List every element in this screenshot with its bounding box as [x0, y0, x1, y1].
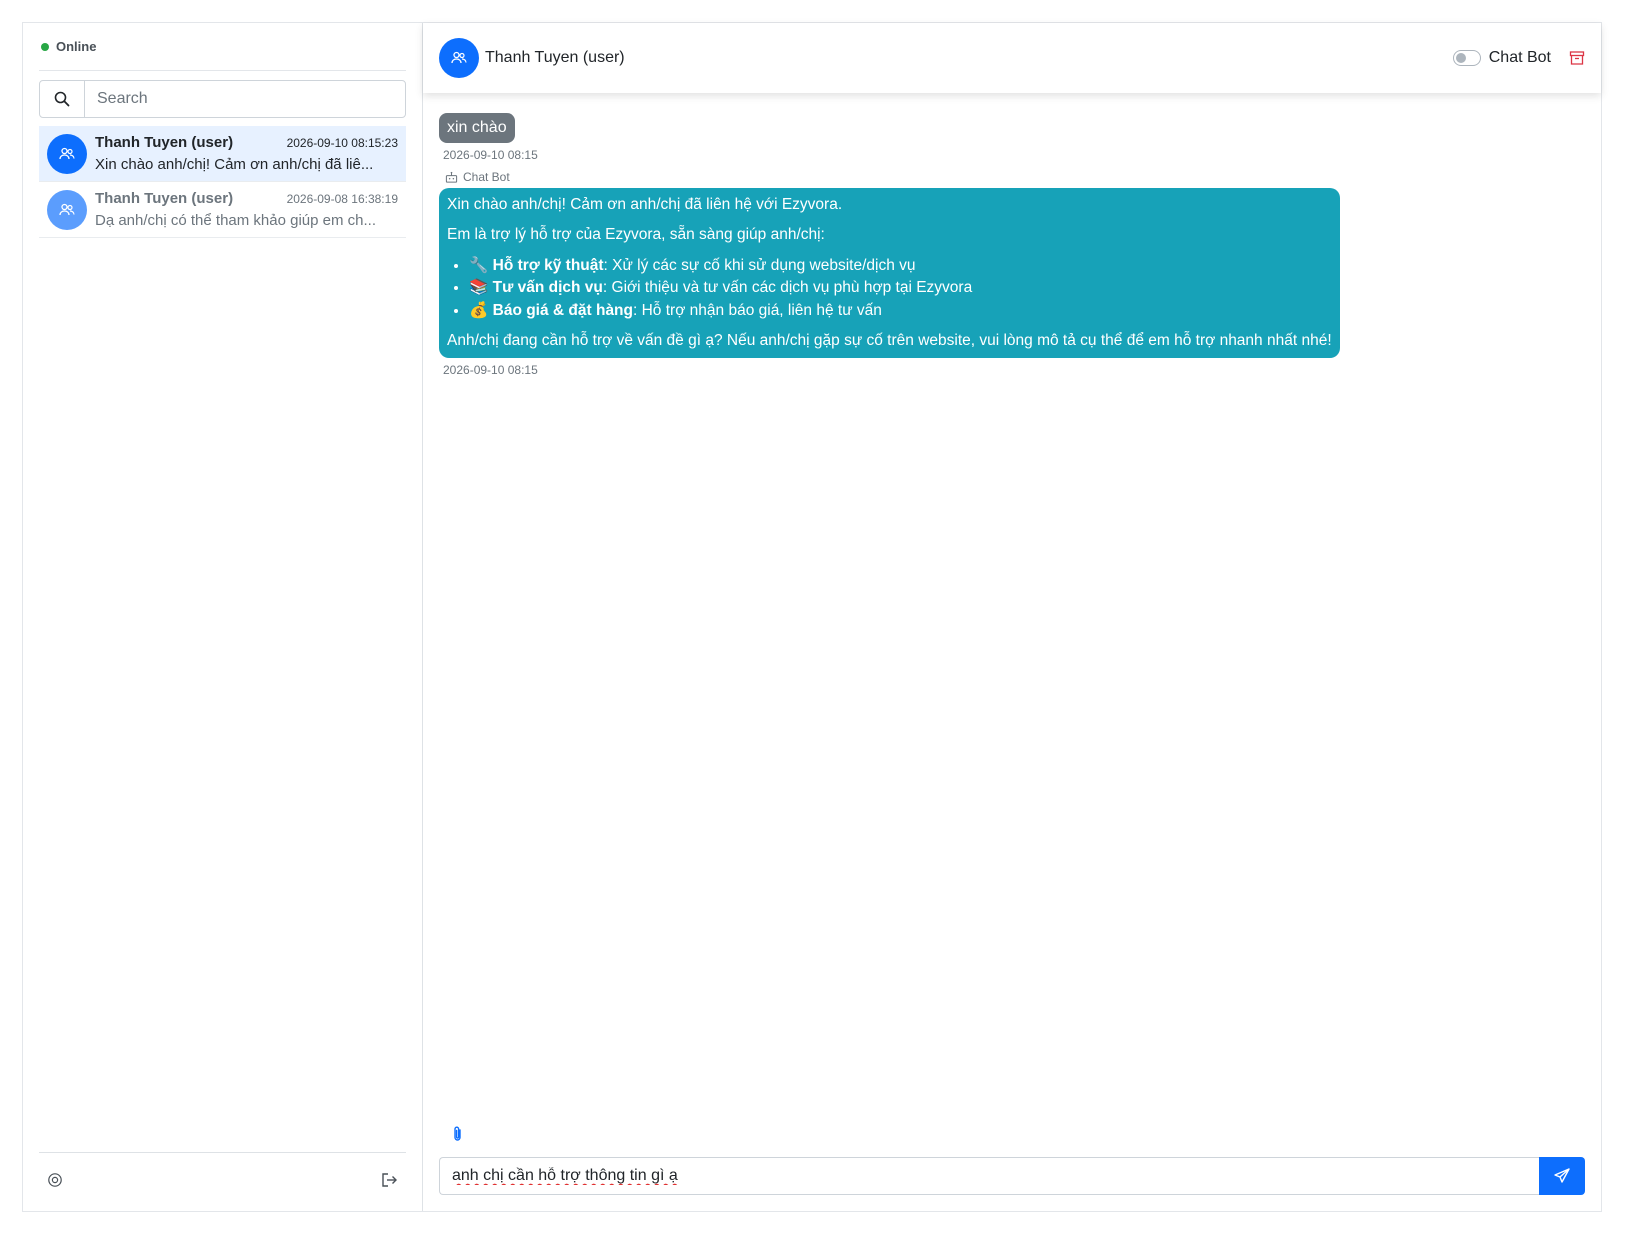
conversation-time: 2026-09-10 08:15:23 [286, 136, 398, 150]
chat-header: Thanh Tuyen (user) Chat Bot [423, 23, 1601, 93]
sidebar: Online Thanh Tuyen (user) 2026-09-10 08:… [23, 23, 423, 1211]
bot-item-title: Hỗ trợ kỹ thuật [492, 256, 604, 274]
books-icon: 📚 [469, 279, 489, 297]
bot-item-text: : Xử lý các sự cố khi sử dụng website/dị… [603, 256, 916, 274]
bot-message-bubble: Xin chào anh/chị! Cảm ơn anh/chị đã liên… [439, 188, 1340, 358]
users-icon [59, 203, 75, 215]
paperclip-icon[interactable] [451, 1126, 1585, 1147]
bot-outro: Anh/chị đang cần hỗ trợ về vấn đề gì ạ? … [447, 332, 1332, 350]
bot-item-title: Báo giá & đặt hàng [492, 301, 633, 319]
avatar [47, 189, 87, 230]
wrench-icon: 🔧 [469, 256, 489, 274]
search-input[interactable] [85, 81, 405, 117]
conversation-time: 2026-09-08 16:38:19 [286, 192, 398, 206]
search-icon[interactable] [40, 81, 85, 117]
bot-label: Chat Bot [445, 170, 1585, 184]
chatbot-toggle[interactable] [1452, 50, 1481, 66]
bot-list-item: 🔧 Hỗ trợ kỹ thuật: Xử lý các sự cố khi s… [469, 255, 1332, 277]
send-button[interactable] [1539, 1157, 1585, 1195]
message-time: 2026-09-10 08:15 [443, 148, 538, 162]
conversation-preview: Dạ anh/chị có thể tham khảo giúp em ch..… [95, 212, 376, 229]
search-box [39, 80, 406, 118]
money-bag-icon: 💰 [469, 301, 489, 319]
logout-icon[interactable] [380, 1171, 398, 1194]
robot-icon [445, 171, 458, 183]
message-list: xin chào 2026-09-10 08:15 Chat Bot Xin c… [423, 93, 1601, 377]
settings-icon[interactable] [47, 1172, 63, 1193]
bot-list: 🔧 Hỗ trợ kỹ thuật: Xử lý các sự cố khi s… [447, 255, 1332, 322]
chat-title: Thanh Tuyen (user) [485, 49, 625, 66]
archive-icon[interactable] [1569, 50, 1585, 66]
bot-list-item: 💰 Báo giá & đặt hàng: Hỗ trợ nhận báo gi… [469, 300, 1332, 322]
chatbot-toggle-label: Chat Bot [1488, 49, 1551, 66]
online-dot-icon [41, 42, 49, 51]
bot-intro: Xin chào anh/chị! Cảm ơn anh/chị đã liên… [447, 196, 843, 213]
bot-item-text: : Giới thiệu và tư vấn các dịch vụ phù h… [602, 279, 973, 297]
bot-line: Em là trợ lý hỗ trợ của Ezyvora, sẵn sàn… [447, 226, 825, 244]
chat-app: Online Thanh Tuyen (user) 2026-09-10 08:… [22, 22, 1602, 1212]
chat-panel: Thanh Tuyen (user) Chat Bot xin chào 202… [423, 23, 1601, 1211]
bot-label-text: Chat Bot [463, 170, 510, 184]
conversation-name: Thanh Tuyen (user) [95, 190, 234, 207]
online-status: Online [39, 23, 406, 71]
avatar [439, 38, 479, 78]
bot-item-title: Tư vấn dịch vụ [492, 279, 603, 297]
conversation-preview: Xin chào anh/chị! Cảm ơn anh/chị đã liê.… [95, 156, 374, 173]
bot-list-item: 📚 Tư vấn dịch vụ: Giới thiệu và tư vấn c… [469, 277, 1332, 299]
send-icon [1554, 1168, 1570, 1183]
conversation-name: Thanh Tuyen (user) [95, 134, 234, 151]
sidebar-footer [39, 1152, 406, 1211]
status-label: Online [56, 39, 97, 54]
avatar [47, 133, 87, 174]
users-icon [451, 51, 467, 64]
message-time: 2026-09-10 08:15 [443, 362, 538, 377]
message-input[interactable] [439, 1157, 1539, 1195]
conversation-item[interactable]: Thanh Tuyen (user) 2026-09-10 08:15:23 X… [39, 126, 406, 182]
users-icon [59, 147, 75, 159]
composer [439, 1126, 1585, 1195]
user-message-bubble: xin chào [439, 113, 515, 143]
bot-item-text: : Hỗ trợ nhận báo giá, liên hệ tư vấn [633, 301, 882, 319]
conversation-item[interactable]: Thanh Tuyen (user) 2026-09-08 16:38:19 D… [39, 182, 406, 238]
